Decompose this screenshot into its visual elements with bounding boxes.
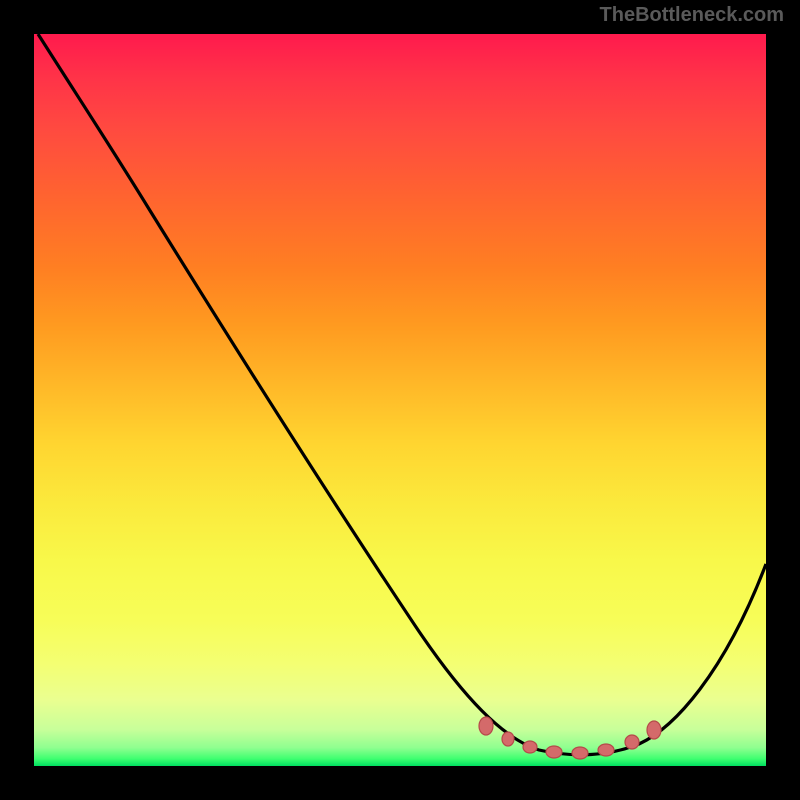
marker-dot [598,744,614,756]
marker-dot [647,721,661,739]
watermark-text: TheBottleneck.com [600,4,784,27]
marker-dot [572,747,588,759]
bottleneck-curve-line [38,34,766,755]
marker-dot [625,735,639,749]
marker-dot [502,732,514,746]
marker-dot [479,717,493,735]
marker-dot [546,746,562,758]
marker-dot [523,741,537,753]
chart-plot-area [34,34,766,766]
chart-svg [34,34,766,766]
